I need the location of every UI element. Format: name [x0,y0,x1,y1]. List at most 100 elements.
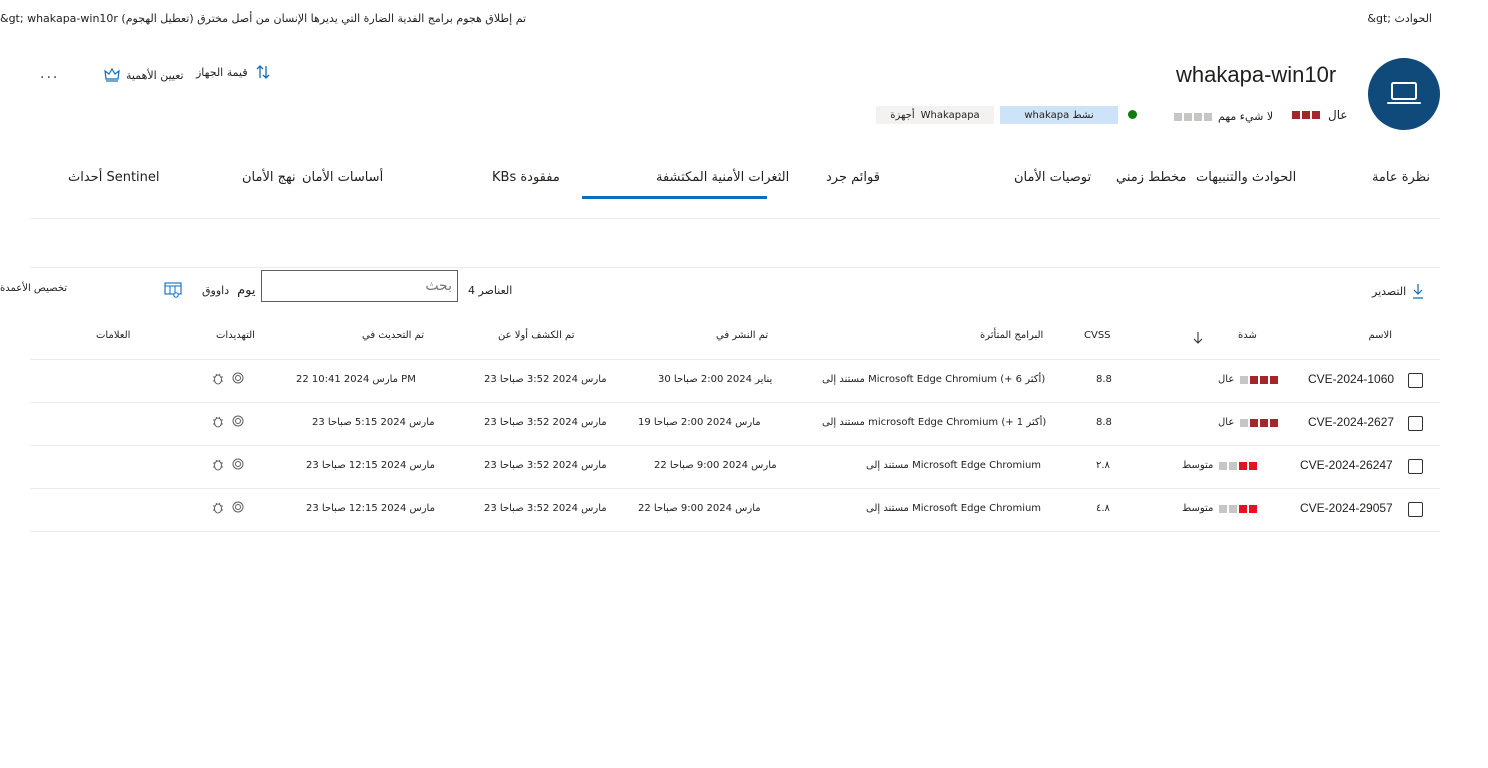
exposure-level-blocks [1174,112,1212,121]
tag-active-label: whakapa نشط [1024,109,1094,121]
column-header-tags[interactable]: العلامات [96,330,130,341]
tab-sentinel-events[interactable]: أحداث Sentinel [68,170,160,185]
column-header-related-software[interactable]: البرامج المتأثرة [980,330,1043,341]
bug-icon [213,502,223,514]
search-input[interactable] [392,278,452,294]
first-detected-date: 23 مارس 2024 3:52 صباحا [484,374,607,385]
threat-indicators [212,458,244,471]
target-icon [232,415,244,427]
column-header-first-detected[interactable]: تم الكشف أولا عن [498,330,574,341]
tabs-divider [30,218,1440,219]
sort-arrows-icon [256,65,270,79]
export-button[interactable]: التصدير [1372,283,1424,299]
set-importance-label: تعيين الأهمية [126,68,184,82]
device-avatar [1368,58,1440,130]
tab-incidents-alerts[interactable]: الحوادث والتنبيهات [1196,170,1296,185]
column-header-cvss[interactable]: CVSS [1084,330,1111,341]
crown-icon [104,68,120,82]
customize-columns-button[interactable]: تخصيص الأعمدة [0,283,67,294]
threat-indicators [212,415,244,428]
published-date: 22 مارس 2024 9:00 صباحا [654,460,777,471]
tab-security-recommendations[interactable]: توصيات الأمان [1014,170,1091,185]
severity-indicator: عال [1218,374,1279,385]
tag-devices-value: Whakapapa [920,109,980,121]
tag-devices-label: أجهزة [890,109,915,121]
related-software: مستند إلى microsoft Edge Chromium (+ 1 أ… [822,417,1047,428]
column-header-published[interactable]: تم النشر في [716,330,768,341]
threat-indicators [212,501,244,514]
published-date: 30 يناير 2024 2:00 صباحا [658,374,773,385]
related-software: مستند إلى Microsoft Edge Chromium (+ 6 أ… [822,374,1046,385]
row-divider [30,531,1440,532]
row-divider [30,488,1440,489]
row-divider [30,445,1440,446]
first-detected-date: 23 مارس 2024 3:52 صباحا [484,460,607,471]
cve-name[interactable]: CVE-2024-26247 [1300,458,1393,472]
cve-name[interactable]: CVE-2024-29057 [1300,501,1393,515]
severity-label: عال [1218,417,1235,428]
more-actions-button[interactable]: ... [40,66,59,82]
column-header-updated[interactable]: تم التحديث في [362,330,424,341]
sort-descending-icon[interactable] [1193,330,1203,349]
tab-security-policies[interactable]: نهج الأمان [242,170,296,185]
cvss-score: ٢.٨ [1096,460,1110,471]
item-count: 4 العناصر [468,284,513,297]
cve-name[interactable]: CVE-2024-1060 [1308,372,1394,386]
threat-indicators [212,372,244,385]
first-detected-date: 23 مارس 2024 3:52 صباحا [484,503,607,514]
breadcrumb-incidents[interactable]: &gt; الحوادث [1367,12,1432,25]
related-software: مستند إلى Microsoft Edge Chromium [866,503,1042,514]
risk-level-label: عال [1328,108,1348,122]
cvss-score: ٤.٨ [1096,503,1110,514]
tag-devices: أجهزة Whakapapa [876,106,994,124]
row-checkbox[interactable] [1408,459,1423,474]
customize-columns-icon[interactable] [164,282,182,302]
cve-name[interactable]: CVE-2024-2627 [1308,415,1394,429]
period-filter[interactable]: داووق يوم [202,283,256,298]
cvss-score: 8.8 [1096,417,1112,428]
set-importance-button[interactable]: تعيين الأهمية [104,68,184,82]
tab-security-baselines[interactable]: أساسات الأمان [302,170,383,185]
tab-missing-kbs[interactable]: KBs مفقودة [492,170,560,185]
bug-icon [213,459,223,471]
search-input-box[interactable] [261,270,458,302]
header-divider [30,359,1440,360]
download-icon [1413,284,1424,299]
active-status-dot [1128,110,1137,119]
target-icon [232,458,244,470]
column-header-severity[interactable]: شدة [1238,330,1257,341]
row-divider [30,402,1440,403]
risk-level: عال [1292,108,1348,122]
column-header-threats[interactable]: التهديدات [216,330,255,341]
device-value-button[interactable]: قيمة الجهاز [196,64,270,80]
row-checkbox[interactable] [1408,502,1423,517]
tab-timeline[interactable]: مخطط زمني [1116,170,1187,185]
exposure-level-label: لا شيء مهم [1218,110,1274,123]
tab-inventories[interactable]: قوائم جرد [826,170,880,185]
period-filter-unit: يوم [237,283,256,298]
exposure-level: لا شيء مهم [1174,110,1273,123]
row-checkbox[interactable] [1408,373,1423,388]
column-header-name[interactable]: الاسم [1368,330,1392,341]
target-icon [232,372,244,384]
published-date: 19 مارس 2024 2:00 صباحا [638,417,761,428]
severity-indicator: متوسط [1182,460,1258,471]
target-icon [232,501,244,513]
period-filter-label: داووق [202,284,230,297]
toolbar-divider [30,267,1440,268]
export-label: التصدير [1372,284,1407,298]
severity-label: عال [1218,374,1235,385]
device-name: whakapa-win10r [1176,62,1337,87]
tab-overview[interactable]: نظرة عامة [1372,170,1430,185]
bug-icon [213,416,223,428]
row-checkbox[interactable] [1408,416,1423,431]
published-date: 22 مارس 2024 9:00 صباحا [638,503,761,514]
bug-icon [213,373,223,385]
device-value-label: قيمة الجهاز [196,65,248,79]
breadcrumb-current[interactable]: &gt; whakapa-win10r (تم إطلاق هجوم برامج… [0,12,526,25]
tag-active: whakapa نشط [1000,106,1118,124]
laptop-icon [1387,82,1421,104]
tab-discovered-vulnerabilities[interactable]: الثغرات الأمنية المكتشفة [656,170,789,185]
first-detected-date: 23 مارس 2024 3:52 صباحا [484,417,607,428]
active-tab-indicator [582,196,767,199]
